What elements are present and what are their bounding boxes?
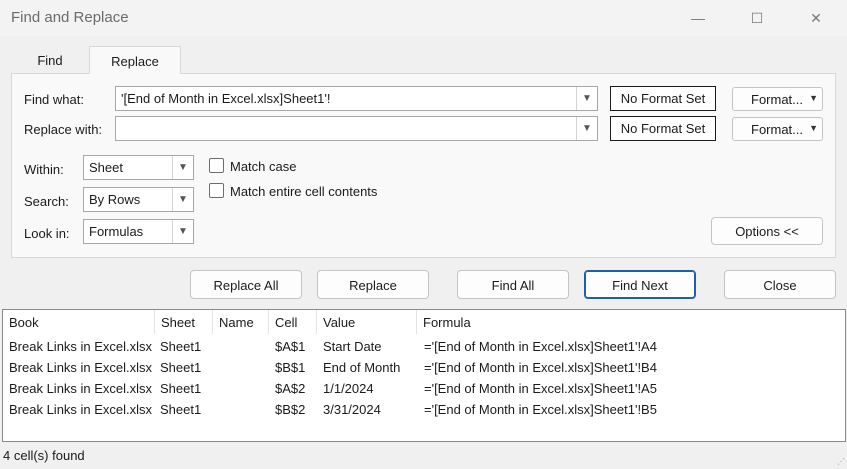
cell-sheet: Sheet1 (160, 402, 202, 417)
cell-formula: ='[End of Month in Excel.xlsx]Sheet1'!B5 (424, 402, 657, 417)
replace-format-status: No Format Set (610, 116, 716, 141)
replace-with-label: Replace with: (24, 122, 103, 137)
chevron-down-icon[interactable]: ▼ (576, 117, 597, 140)
cell-sheet: Sheet1 (160, 381, 202, 396)
replace-format-label: Format... (751, 122, 804, 137)
column-header-value[interactable]: Value (317, 310, 417, 334)
column-header-name[interactable]: Name (213, 310, 269, 334)
results-list[interactable]: Book Sheet Name Cell Value Formula Break… (2, 309, 846, 442)
resize-grip-icon[interactable]: ⋰ (837, 457, 845, 466)
search-value: By Rows (89, 192, 141, 207)
cell-book: Break Links in Excel.xlsx (9, 339, 153, 354)
close-icon[interactable]: ✕ (796, 4, 836, 32)
chevron-down-icon[interactable]: ▼ (576, 87, 597, 110)
find-format-button[interactable]: Format... ▼ (732, 87, 823, 111)
look-in-label: Look in: (24, 226, 70, 241)
column-header-book[interactable]: Book (3, 310, 155, 334)
cell-book: Break Links in Excel.xlsx (9, 402, 153, 417)
search-label: Search: (24, 194, 69, 209)
replace-all-button[interactable]: Replace All (190, 270, 302, 299)
look-in-value: Formulas (89, 224, 144, 239)
find-what-label: Find what: (24, 92, 84, 107)
chevron-down-icon[interactable]: ▼ (172, 156, 193, 179)
look-in-select[interactable]: Formulas ▼ (83, 219, 194, 244)
tab-find[interactable]: Find (11, 46, 89, 74)
cell-formula: ='[End of Month in Excel.xlsx]Sheet1'!A5 (424, 381, 657, 396)
cell-book: Break Links in Excel.xlsx (9, 360, 153, 375)
match-entire-checkbox[interactable] (209, 183, 224, 198)
match-case-label: Match case (230, 159, 297, 174)
find-what-input[interactable]: '[End of Month in Excel.xlsx]Sheet1'! ▼ (115, 86, 598, 111)
cell-sheet: Sheet1 (160, 339, 202, 354)
cell-formula: ='[End of Month in Excel.xlsx]Sheet1'!B4 (424, 360, 657, 375)
status-bar: 4 cell(s) found ⋰ (0, 445, 847, 469)
within-label: Within: (24, 162, 64, 177)
chevron-down-icon[interactable]: ▼ (809, 123, 818, 133)
find-what-value: '[End of Month in Excel.xlsx]Sheet1'! (121, 91, 331, 106)
find-format-label: Format... (751, 92, 804, 107)
cell-formula: ='[End of Month in Excel.xlsx]Sheet1'!A4 (424, 339, 657, 354)
cell-sheet: Sheet1 (160, 360, 202, 375)
find-next-button[interactable]: Find Next (584, 270, 696, 299)
cell-value: Start Date (323, 339, 382, 354)
chevron-down-icon[interactable]: ▼ (809, 93, 818, 103)
cell-book: Break Links in Excel.xlsx (9, 381, 153, 396)
replace-format-button[interactable]: Format... ▼ (732, 117, 823, 141)
chevron-down-icon[interactable]: ▼ (172, 188, 193, 211)
within-value: Sheet (89, 160, 123, 175)
find-format-status: No Format Set (610, 86, 716, 111)
options-button[interactable]: Options << (711, 217, 823, 245)
find-all-button[interactable]: Find All (457, 270, 569, 299)
column-header-formula[interactable]: Formula (417, 310, 845, 334)
maximize-icon[interactable]: ☐ (737, 4, 777, 32)
replace-panel: Find what: '[End of Month in Excel.xlsx]… (11, 73, 836, 258)
minimize-icon[interactable]: — (678, 4, 718, 32)
cell-value: 1/1/2024 (323, 381, 374, 396)
replace-with-input[interactable]: ▼ (115, 116, 598, 141)
tab-replace[interactable]: Replace (89, 46, 181, 74)
match-case-checkbox[interactable] (209, 158, 224, 173)
within-select[interactable]: Sheet ▼ (83, 155, 194, 180)
search-select[interactable]: By Rows ▼ (83, 187, 194, 212)
status-text: 4 cell(s) found (3, 448, 85, 463)
cell-address: $B$1 (275, 360, 306, 375)
cell-address: $A$2 (275, 381, 306, 396)
cell-address: $A$1 (275, 339, 306, 354)
title-bar: Find and Replace — ☐ ✕ (0, 0, 847, 36)
match-entire-label: Match entire cell contents (230, 184, 378, 199)
close-button[interactable]: Close (724, 270, 836, 299)
replace-button[interactable]: Replace (317, 270, 429, 299)
cell-value: End of Month (323, 360, 401, 375)
window-title: Find and Replace (11, 9, 129, 26)
column-header-sheet[interactable]: Sheet (155, 310, 213, 334)
cell-value: 3/31/2024 (323, 402, 381, 417)
chevron-down-icon[interactable]: ▼ (172, 220, 193, 243)
column-header-cell[interactable]: Cell (269, 310, 317, 334)
cell-address: $B$2 (275, 402, 306, 417)
